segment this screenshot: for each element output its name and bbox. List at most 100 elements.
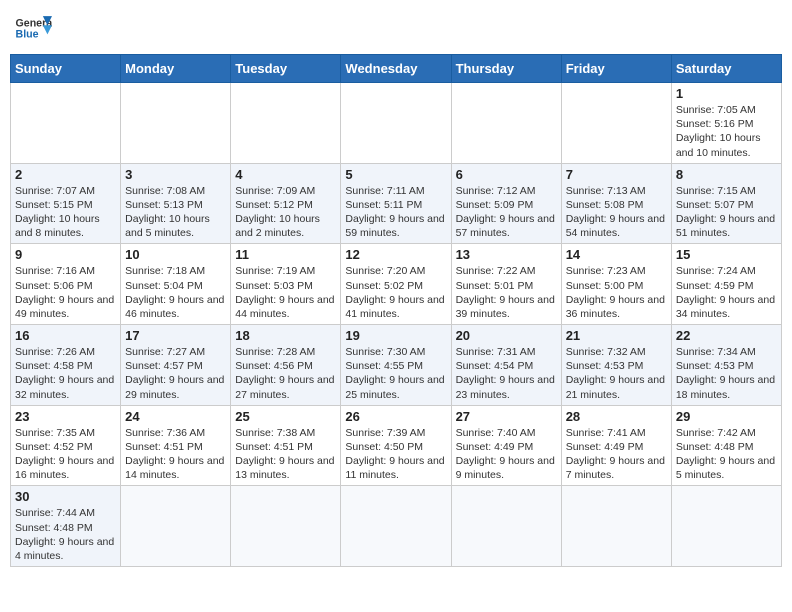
calendar-cell: 1 Sunrise: 7:05 AM Sunset: 5:16 PM Daylig… xyxy=(671,83,781,164)
day-number: 4 xyxy=(235,167,336,182)
day-info: Sunrise: 7:39 AM Sunset: 4:50 PM Dayligh… xyxy=(345,426,446,483)
day-number: 24 xyxy=(125,409,226,424)
calendar-cell: 22 Sunrise: 7:34 AM Sunset: 4:53 PM Dayli… xyxy=(671,325,781,406)
calendar-cell xyxy=(121,486,231,567)
day-info: Sunrise: 7:12 AM Sunset: 5:09 PM Dayligh… xyxy=(456,184,557,241)
day-info: Sunrise: 7:11 AM Sunset: 5:11 PM Dayligh… xyxy=(345,184,446,241)
day-info: Sunrise: 7:32 AM Sunset: 4:53 PM Dayligh… xyxy=(566,345,667,402)
calendar-cell: 20Sunrise: 7:31 AM Sunset: 4:54 PM Dayli… xyxy=(451,325,561,406)
day-info: Sunrise: 7:05 AM Sunset: 5:16 PM Dayligh… xyxy=(676,103,777,160)
weekday-header-wednesday: Wednesday xyxy=(341,55,451,83)
calendar-cell xyxy=(11,83,121,164)
calendar-week-row: 16 Sunrise: 7:26 AM Sunset: 4:58 PM Dayli… xyxy=(11,325,782,406)
calendar-cell: 19 Sunrise: 7:30 AM Sunset: 4:55 PM Dayli… xyxy=(341,325,451,406)
day-info: Sunrise: 7:09 AM Sunset: 5:12 PM Dayligh… xyxy=(235,184,336,241)
weekday-header-saturday: Saturday xyxy=(671,55,781,83)
day-info: Sunrise: 7:08 AM Sunset: 5:13 PM Dayligh… xyxy=(125,184,226,241)
day-number: 7 xyxy=(566,167,667,182)
day-number: 2 xyxy=(15,167,116,182)
day-number: 22 xyxy=(676,328,777,343)
day-number: 30 xyxy=(15,489,116,504)
day-number: 5 xyxy=(345,167,446,182)
day-info: Sunrise: 7:18 AM Sunset: 5:04 PM Dayligh… xyxy=(125,264,226,321)
calendar-cell: 8 Sunrise: 7:15 AM Sunset: 5:07 PM Daylig… xyxy=(671,163,781,244)
calendar-week-row: 2 Sunrise: 7:07 AM Sunset: 5:15 PM Daylig… xyxy=(11,163,782,244)
calendar-week-row: 30Sunrise: 7:44 AM Sunset: 4:48 PM Dayli… xyxy=(11,486,782,567)
day-info: Sunrise: 7:34 AM Sunset: 4:53 PM Dayligh… xyxy=(676,345,777,402)
calendar-cell xyxy=(451,486,561,567)
calendar-cell: 27 Sunrise: 7:40 AM Sunset: 4:49 PM Dayli… xyxy=(451,405,561,486)
day-info: Sunrise: 7:15 AM Sunset: 5:07 PM Dayligh… xyxy=(676,184,777,241)
calendar-cell xyxy=(231,486,341,567)
day-info: Sunrise: 7:27 AM Sunset: 4:57 PM Dayligh… xyxy=(125,345,226,402)
day-number: 14 xyxy=(566,247,667,262)
day-info: Sunrise: 7:38 AM Sunset: 4:51 PM Dayligh… xyxy=(235,426,336,483)
day-number: 21 xyxy=(566,328,667,343)
svg-text:Blue: Blue xyxy=(16,28,39,40)
calendar-cell: 4 Sunrise: 7:09 AM Sunset: 5:12 PM Daylig… xyxy=(231,163,341,244)
day-number: 29 xyxy=(676,409,777,424)
day-number: 27 xyxy=(456,409,557,424)
day-number: 20 xyxy=(456,328,557,343)
day-info: Sunrise: 7:19 AM Sunset: 5:03 PM Dayligh… xyxy=(235,264,336,321)
day-info: Sunrise: 7:23 AM Sunset: 5:00 PM Dayligh… xyxy=(566,264,667,321)
weekday-header-friday: Friday xyxy=(561,55,671,83)
calendar-cell: 7Sunrise: 7:13 AM Sunset: 5:08 PM Daylig… xyxy=(561,163,671,244)
day-info: Sunrise: 7:26 AM Sunset: 4:58 PM Dayligh… xyxy=(15,345,116,402)
day-info: Sunrise: 7:36 AM Sunset: 4:51 PM Dayligh… xyxy=(125,426,226,483)
calendar-cell: 21 Sunrise: 7:32 AM Sunset: 4:53 PM Dayli… xyxy=(561,325,671,406)
calendar-cell xyxy=(561,486,671,567)
calendar-cell: 10 Sunrise: 7:18 AM Sunset: 5:04 PM Dayli… xyxy=(121,244,231,325)
calendar-cell: 13Sunrise: 7:22 AM Sunset: 5:01 PM Dayli… xyxy=(451,244,561,325)
day-number: 3 xyxy=(125,167,226,182)
calendar-cell xyxy=(231,83,341,164)
day-number: 17 xyxy=(125,328,226,343)
weekday-header-monday: Monday xyxy=(121,55,231,83)
calendar-cell xyxy=(671,486,781,567)
day-number: 9 xyxy=(15,247,116,262)
calendar-cell: 25 Sunrise: 7:38 AM Sunset: 4:51 PM Dayli… xyxy=(231,405,341,486)
calendar-cell: 17 Sunrise: 7:27 AM Sunset: 4:57 PM Dayli… xyxy=(121,325,231,406)
calendar-cell xyxy=(121,83,231,164)
day-number: 10 xyxy=(125,247,226,262)
calendar-cell: 5 Sunrise: 7:11 AM Sunset: 5:11 PM Daylig… xyxy=(341,163,451,244)
logo-icon: General Blue xyxy=(14,10,52,48)
calendar-cell: 24 Sunrise: 7:36 AM Sunset: 4:51 PM Dayli… xyxy=(121,405,231,486)
day-number: 16 xyxy=(15,328,116,343)
weekday-header-sunday: Sunday xyxy=(11,55,121,83)
day-info: Sunrise: 7:07 AM Sunset: 5:15 PM Dayligh… xyxy=(15,184,116,241)
day-number: 23 xyxy=(15,409,116,424)
day-number: 26 xyxy=(345,409,446,424)
weekday-header-row: SundayMondayTuesdayWednesdayThursdayFrid… xyxy=(11,55,782,83)
calendar-cell xyxy=(341,83,451,164)
calendar-cell xyxy=(341,486,451,567)
calendar-cell: 28 Sunrise: 7:41 AM Sunset: 4:49 PM Dayli… xyxy=(561,405,671,486)
day-number: 12 xyxy=(345,247,446,262)
logo: General Blue xyxy=(14,10,52,48)
calendar-table: SundayMondayTuesdayWednesdayThursdayFrid… xyxy=(10,54,782,567)
calendar-week-row: 23 Sunrise: 7:35 AM Sunset: 4:52 PM Dayli… xyxy=(11,405,782,486)
day-number: 11 xyxy=(235,247,336,262)
page-header: General Blue xyxy=(10,10,782,48)
day-info: Sunrise: 7:40 AM Sunset: 4:49 PM Dayligh… xyxy=(456,426,557,483)
day-info: Sunrise: 7:41 AM Sunset: 4:49 PM Dayligh… xyxy=(566,426,667,483)
calendar-cell: 29Sunrise: 7:42 AM Sunset: 4:48 PM Dayli… xyxy=(671,405,781,486)
day-number: 25 xyxy=(235,409,336,424)
calendar-cell: 2 Sunrise: 7:07 AM Sunset: 5:15 PM Daylig… xyxy=(11,163,121,244)
day-number: 28 xyxy=(566,409,667,424)
day-number: 8 xyxy=(676,167,777,182)
day-number: 18 xyxy=(235,328,336,343)
calendar-cell: 23 Sunrise: 7:35 AM Sunset: 4:52 PM Dayli… xyxy=(11,405,121,486)
calendar-cell: 12Sunrise: 7:20 AM Sunset: 5:02 PM Dayli… xyxy=(341,244,451,325)
day-info: Sunrise: 7:24 AM Sunset: 4:59 PM Dayligh… xyxy=(676,264,777,321)
calendar-cell xyxy=(561,83,671,164)
calendar-cell: 16 Sunrise: 7:26 AM Sunset: 4:58 PM Dayli… xyxy=(11,325,121,406)
weekday-header-thursday: Thursday xyxy=(451,55,561,83)
day-number: 19 xyxy=(345,328,446,343)
calendar-cell: 15Sunrise: 7:24 AM Sunset: 4:59 PM Dayli… xyxy=(671,244,781,325)
day-info: Sunrise: 7:30 AM Sunset: 4:55 PM Dayligh… xyxy=(345,345,446,402)
calendar-cell: 11 Sunrise: 7:19 AM Sunset: 5:03 PM Dayli… xyxy=(231,244,341,325)
calendar-cell: 14 Sunrise: 7:23 AM Sunset: 5:00 PM Dayli… xyxy=(561,244,671,325)
day-info: Sunrise: 7:35 AM Sunset: 4:52 PM Dayligh… xyxy=(15,426,116,483)
day-number: 1 xyxy=(676,86,777,101)
